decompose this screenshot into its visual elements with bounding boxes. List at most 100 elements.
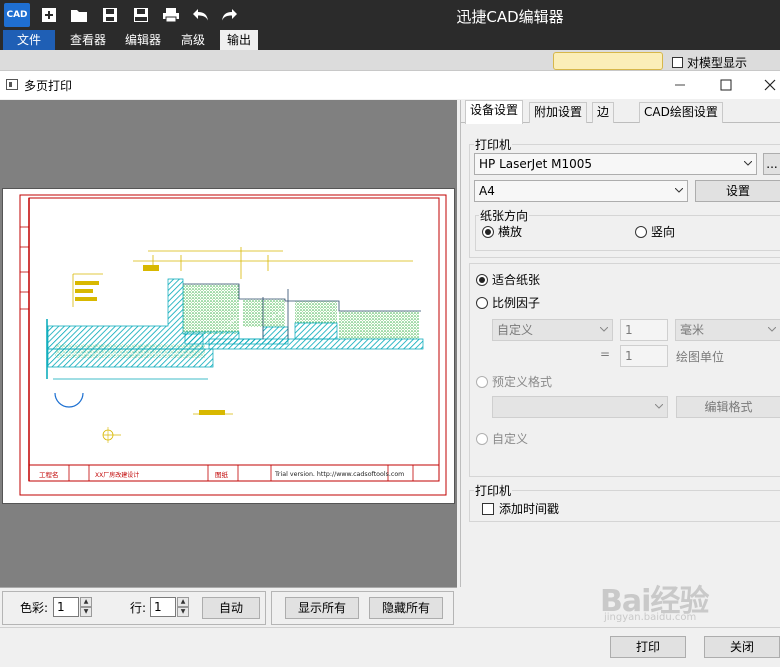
fit-paper-label: 适合纸张	[492, 273, 541, 287]
printer-browse-button[interactable]: ...	[763, 153, 780, 175]
settings-panel: 设备设置 附加设置 边 CAD绘图设置 打印机 HP LaserJet M100…	[460, 100, 780, 587]
auto-button[interactable]: 自动	[202, 597, 260, 619]
dialog-footer: 打印 关闭	[0, 627, 780, 667]
menubar: 文件 查看器 编辑器 高级 输出	[0, 30, 780, 50]
spin-up-icon[interactable]: ▲	[80, 597, 92, 607]
drawing-units-label: 绘图单位	[676, 350, 725, 364]
save-icon[interactable]	[99, 4, 121, 26]
orientation-group-label: 纸张方向	[479, 207, 530, 224]
title-block-project-name: XX厂房改建设计	[95, 471, 139, 479]
row-spinner[interactable]: 1 ▲ ▼	[150, 597, 190, 617]
maximize-button[interactable]	[711, 74, 741, 96]
close-window-button[interactable]	[755, 74, 780, 96]
menu-file[interactable]: 文件	[3, 30, 55, 50]
watermark: Bai经验 jingyan.baidu.com	[600, 576, 740, 626]
redo-icon[interactable]	[218, 4, 240, 26]
title-block-sheet-label: 图纸	[215, 470, 229, 479]
menu-output[interactable]: 输出	[220, 30, 258, 50]
undo-icon[interactable]	[190, 4, 212, 26]
tab-device-settings[interactable]: 设备设置	[465, 100, 524, 124]
ribbon-model-display-check[interactable]: 对模型显示	[672, 54, 747, 70]
radio-icon	[476, 375, 488, 388]
menu-advanced[interactable]: 高级	[174, 30, 212, 50]
printer-group-label: 打印机	[474, 136, 513, 153]
open-folder-icon[interactable]	[68, 4, 90, 26]
color-value[interactable]: 1	[53, 597, 79, 617]
close-icon	[764, 79, 776, 91]
checkbox-icon	[672, 56, 683, 68]
minimize-button[interactable]	[665, 74, 695, 96]
printer-name: HP LaserJet M1005	[479, 157, 593, 171]
show-all-button[interactable]: 显示所有	[285, 597, 359, 619]
radio-icon	[476, 432, 488, 445]
new-file-icon[interactable]	[38, 4, 60, 26]
printer-setup-button[interactable]: 设置	[695, 180, 780, 202]
scale-factor-input[interactable]: 1	[620, 319, 668, 341]
scale-factor-radio[interactable]: 比例因子	[476, 294, 540, 311]
unit-select[interactable]: 毫米	[675, 319, 780, 341]
add-timestamp-label: 添加时间戳	[499, 502, 560, 516]
cad-drawing: 工程名 XX厂房改建设计 图纸 Trial version. http://ww…	[19, 194, 447, 496]
chevron-down-icon	[675, 188, 683, 193]
print-button[interactable]: 打印	[610, 636, 686, 658]
tab-cad-drawing-settings[interactable]: CAD绘图设置	[639, 102, 723, 123]
spin-down-icon[interactable]: ▼	[177, 607, 189, 617]
radio-selected-icon	[476, 273, 488, 286]
scale-custom-select[interactable]: 自定义	[492, 319, 613, 341]
save-as-pdf-icon[interactable]	[130, 4, 152, 26]
print-icon[interactable]	[160, 4, 182, 26]
close-button[interactable]: 关闭	[704, 636, 780, 658]
equals-sign: =	[600, 347, 611, 361]
row-label: 行:	[130, 601, 147, 615]
spin-down-icon[interactable]: ▼	[80, 607, 92, 617]
scale-factor-label: 比例因子	[492, 296, 541, 310]
preview-page[interactable]: 工程名 XX厂房改建设计 图纸 Trial version. http://ww…	[2, 188, 455, 504]
menu-viewer[interactable]: 查看器	[62, 30, 114, 50]
custom-radio[interactable]: 自定义	[476, 430, 528, 447]
paper-size-value: A4	[479, 184, 495, 198]
custom-label: 自定义	[492, 432, 529, 446]
trial-version-text: Trial version. http://www.cadsoftools.co…	[274, 471, 404, 478]
watermark-url: jingyan.baidu.com	[604, 612, 697, 623]
settings-tabs: 设备设置 附加设置 边 CAD绘图设置	[461, 100, 780, 124]
app-logo-text: CAD	[6, 10, 28, 20]
dialog-title: 多页打印	[24, 79, 73, 93]
menu-editor[interactable]: 编辑器	[118, 30, 168, 50]
chevron-down-icon	[768, 327, 776, 332]
tab-margins[interactable]: 边	[592, 102, 615, 123]
paper-size-select[interactable]: A4	[474, 180, 688, 202]
color-spinner[interactable]: 1 ▲ ▼	[53, 597, 93, 617]
dialog-window-icon	[6, 79, 18, 90]
ribbon: 对模型显示	[0, 50, 780, 70]
title-block-project-label: 工程名	[39, 470, 59, 479]
dialog-titlebar: 多页打印	[0, 71, 780, 99]
checkbox-icon	[482, 502, 494, 515]
tab-additional-settings[interactable]: 附加设置	[529, 102, 588, 123]
radio-icon	[635, 225, 647, 238]
print-preview-area[interactable]: 工程名 XX厂房改建设计 图纸 Trial version. http://ww…	[0, 100, 457, 587]
hide-all-button[interactable]: 隐藏所有	[369, 597, 443, 619]
ribbon-highlight-button[interactable]	[553, 52, 663, 70]
preview-toolbar: 色彩: 1 ▲ ▼ 行: 1 ▲ ▼ 自动 显示所有 隐藏所有	[0, 587, 457, 627]
fit-paper-radio[interactable]: 适合纸张	[476, 271, 540, 288]
predefined-format-select[interactable]	[492, 396, 668, 418]
app-logo[interactable]: CAD	[4, 3, 30, 27]
landscape-label: 横放	[498, 225, 523, 239]
minimize-icon	[675, 84, 685, 86]
orientation-landscape-radio[interactable]: 横放	[482, 223, 522, 240]
radio-selected-icon	[482, 225, 494, 238]
add-timestamp-checkbox[interactable]: 添加时间戳	[482, 500, 559, 517]
row-value[interactable]: 1	[150, 597, 176, 617]
app-titlebar: CAD 迅捷CAD编辑器	[0, 0, 780, 30]
printer-select[interactable]: HP LaserJet M1005	[474, 153, 757, 175]
timestamp-group-label: 打印机	[474, 482, 513, 499]
ribbon-check-label: 对模型显示	[687, 55, 748, 70]
color-label: 色彩:	[20, 601, 49, 615]
predefined-format-radio[interactable]: 预定义格式	[476, 373, 552, 390]
chevron-down-icon	[600, 327, 608, 332]
edit-format-button[interactable]: 编辑格式	[676, 396, 780, 418]
radio-icon	[476, 296, 488, 309]
drawing-units-input[interactable]: 1	[620, 345, 668, 367]
orientation-portrait-radio[interactable]: 竖向	[635, 223, 675, 240]
spin-up-icon[interactable]: ▲	[177, 597, 189, 607]
